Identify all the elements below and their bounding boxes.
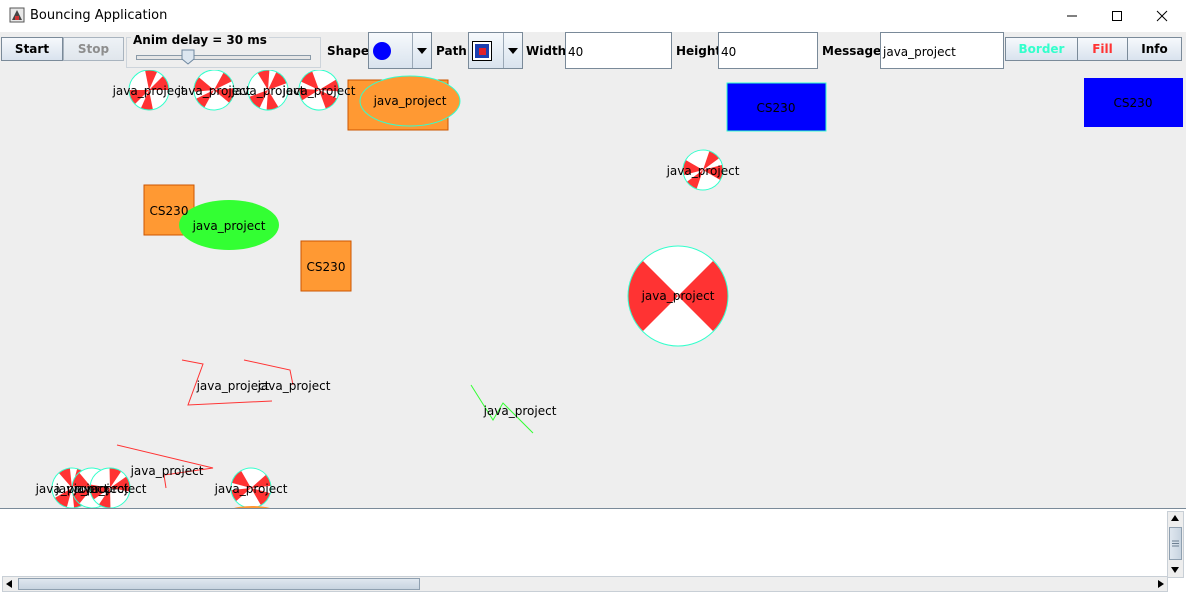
scroll-right-icon[interactable] <box>1158 580 1164 588</box>
scroll-left-icon[interactable] <box>6 580 12 588</box>
shape-combobox[interactable] <box>368 32 432 69</box>
anim-delay-label: Anim delay = 30 ms <box>131 33 269 47</box>
width-input[interactable]: 40 <box>565 32 672 69</box>
start-button[interactable]: Start <box>1 37 63 61</box>
anim-delay-track[interactable] <box>136 55 311 60</box>
maximize-button[interactable] <box>1094 0 1139 31</box>
shape-message: java_project <box>73 482 147 496</box>
shape-message: java_project <box>214 482 288 496</box>
shape-message: java_project <box>192 219 266 233</box>
shape-message: java_project <box>373 94 447 108</box>
shape-message: CS230 <box>306 260 346 274</box>
shape-label: Shape: <box>327 44 374 58</box>
vertical-scroll-thumb[interactable] <box>1169 527 1182 560</box>
horizontal-scroll-thumb[interactable] <box>18 578 420 590</box>
shape-dropdown-arrow[interactable] <box>412 33 431 68</box>
chevron-down-icon <box>417 47 427 54</box>
path-dropdown-arrow[interactable] <box>503 33 522 68</box>
minimize-icon <box>1066 15 1077 16</box>
horizontal-scrollbar[interactable] <box>2 576 1168 592</box>
close-icon <box>1156 10 1167 21</box>
info-button[interactable]: Info <box>1127 37 1182 61</box>
close-button[interactable] <box>1139 0 1184 31</box>
stop-button[interactable]: Stop <box>63 37 124 61</box>
path-label: Path: <box>436 44 472 58</box>
shape-message: java_project <box>257 379 331 393</box>
anim-delay-panel: Anim delay = 30 ms <box>126 33 321 68</box>
shape-message: CS230 <box>756 101 796 115</box>
shape-message: CS230 <box>149 204 189 218</box>
message-label: Message: <box>822 44 886 58</box>
chevron-down-icon <box>508 47 518 54</box>
border-button[interactable]: Border <box>1005 37 1078 61</box>
shapes-layer <box>44 70 1183 508</box>
shape-message: java_project <box>641 289 715 303</box>
info-text-area[interactable] <box>0 508 1186 593</box>
toolbar: Start Stop Anim delay = 30 ms Shape: Pat… <box>0 32 1186 70</box>
scroll-up-icon[interactable] <box>1171 515 1179 521</box>
window-title: Bouncing Application <box>30 8 168 23</box>
minimize-button[interactable] <box>1049 0 1094 31</box>
animation-canvas[interactable]: java_project java_project java_project j… <box>0 70 1186 508</box>
shape-message: java_project <box>483 404 557 418</box>
vertical-scrollbar[interactable] <box>1167 511 1184 578</box>
shape-message: java_project <box>282 84 356 98</box>
path-combobox[interactable] <box>468 32 523 69</box>
shape-message: java_project <box>130 464 204 478</box>
shape-message: java_project <box>112 84 186 98</box>
maximize-icon <box>1111 10 1122 21</box>
java-app-icon <box>9 7 25 23</box>
scroll-down-icon[interactable] <box>1171 567 1179 573</box>
application-window: Bouncing Application Start Stop Anim del… <box>0 0 1186 593</box>
grip-icon <box>1172 540 1179 547</box>
title-bar: Bouncing Application <box>0 0 1186 32</box>
height-input[interactable]: 40 <box>718 32 818 69</box>
fill-button[interactable]: Fill <box>1077 37 1128 61</box>
message-input[interactable]: java_project <box>880 32 1004 69</box>
anim-delay-thumb[interactable] <box>181 49 195 65</box>
bouncing-path-icon <box>472 41 492 61</box>
shape-message: CS230 <box>1113 96 1153 110</box>
shape-message: java_project <box>666 164 740 178</box>
circle-shape-icon <box>373 42 391 60</box>
